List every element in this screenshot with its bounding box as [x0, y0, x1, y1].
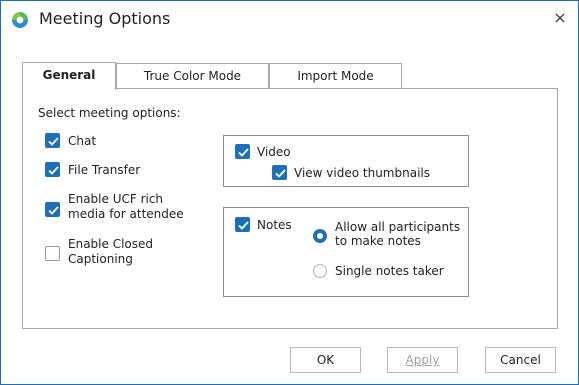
closed-captioning-checkbox[interactable] — [45, 246, 60, 261]
chat-checkbox[interactable] — [45, 133, 60, 148]
cancel-button[interactable]: Cancel — [485, 347, 556, 373]
app-logo-icon — [12, 12, 28, 28]
ucf-rich-media-label-line1: Enable UCF rich — [68, 192, 164, 206]
ucf-rich-media-label-line2: media for attendee — [68, 207, 184, 221]
meeting-options-dialog: Meeting Options General True Color Mode … — [0, 0, 579, 385]
single-notes-taker-radio[interactable] — [313, 264, 327, 278]
chat-label: Chat — [68, 134, 97, 148]
view-video-thumbnails-label: View video thumbnails — [294, 166, 430, 180]
single-notes-taker-label: Single notes taker — [335, 264, 444, 278]
video-checkbox[interactable] — [235, 144, 250, 159]
allow-all-participants-radio[interactable] — [313, 229, 327, 243]
title-bar: Meeting Options — [1, 1, 578, 39]
notes-label: Notes — [257, 218, 292, 232]
closed-captioning-label-line2: Captioning — [68, 252, 133, 266]
close-icon[interactable] — [552, 10, 568, 26]
apply-button[interactable]: Apply — [387, 347, 458, 373]
video-label: Video — [257, 145, 291, 159]
ucf-rich-media-checkbox[interactable] — [45, 202, 60, 217]
tab-general[interactable]: General — [22, 62, 116, 90]
view-video-thumbnails-checkbox[interactable] — [272, 165, 287, 180]
ok-button[interactable]: OK — [290, 347, 361, 373]
file-transfer-checkbox[interactable] — [45, 162, 60, 177]
tab-true-color-mode[interactable]: True Color Mode — [116, 63, 269, 89]
allow-all-participants-label-line2: to make notes — [335, 234, 421, 248]
allow-all-participants-label-line1: Allow all participants — [335, 220, 461, 234]
file-transfer-label: File Transfer — [68, 163, 141, 177]
section-heading: Select meeting options: — [38, 106, 181, 120]
notes-checkbox[interactable] — [235, 217, 250, 232]
tab-import-mode[interactable]: Import Mode — [269, 63, 402, 89]
closed-captioning-label-line1: Enable Closed — [68, 237, 153, 251]
window-title: Meeting Options — [39, 9, 171, 28]
